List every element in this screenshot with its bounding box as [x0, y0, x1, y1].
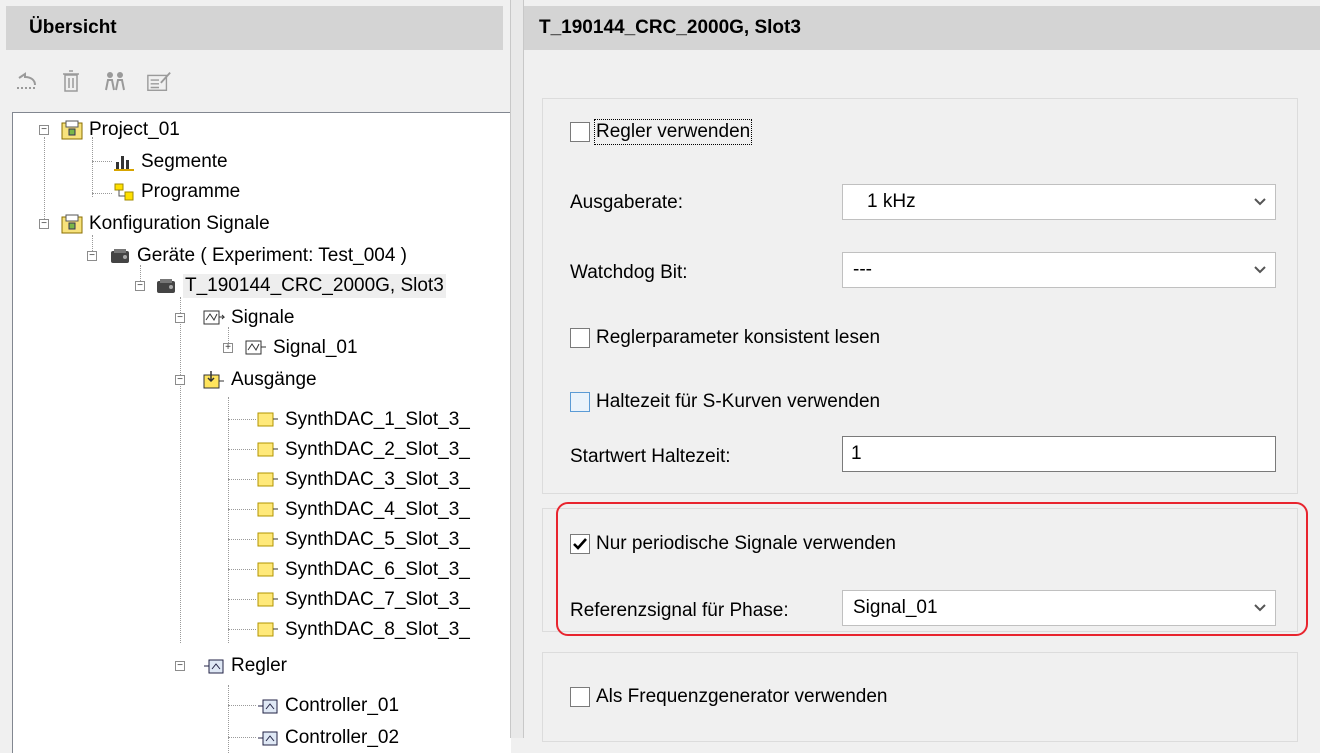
tree-item-konfiguration-signale[interactable]: Konfiguration Signale [61, 209, 270, 239]
project-folder-icon [61, 120, 83, 140]
output-group-icon [203, 371, 224, 389]
chevron-down-icon [1245, 265, 1275, 275]
bar-chart-icon [114, 156, 134, 171]
output-icon [257, 562, 278, 577]
controller-icon [258, 699, 278, 714]
trash-icon[interactable] [58, 68, 84, 94]
checkbox-box[interactable] [570, 392, 590, 412]
users-icon[interactable] [102, 68, 128, 94]
tree-item-device-slot3[interactable]: T_190144_CRC_2000G, Slot3 [155, 271, 446, 301]
undo-icon[interactable] [14, 68, 40, 94]
output-icon [257, 622, 278, 637]
program-icon [114, 183, 134, 201]
checkbox-box[interactable] [570, 328, 590, 348]
tree-item-signale[interactable]: Signale [203, 303, 294, 333]
overview-header: Übersicht [6, 6, 503, 50]
hold-time-start-label: Startwert Haltezeit: [570, 446, 731, 467]
tree-item-project[interactable]: Project_01 [61, 115, 180, 145]
collapse-icon[interactable]: − [175, 313, 185, 323]
chevron-down-icon [1245, 197, 1275, 207]
collapse-icon[interactable]: − [39, 219, 49, 229]
device-icon [111, 249, 129, 263]
output-icon [257, 472, 278, 487]
hold-time-start-input[interactable]: 1 [842, 436, 1276, 472]
device-icon [157, 279, 175, 293]
signal-group-icon [203, 310, 225, 325]
watchdog-label: Watchdog Bit: [570, 262, 688, 283]
collapse-icon[interactable]: − [175, 661, 185, 671]
tree-item-synthdac-1[interactable]: SynthDAC_1_Slot_3_ [257, 405, 470, 435]
hold-time-checkbox[interactable]: Haltezeit für S-Kurven verwenden [570, 391, 880, 413]
tree-item-segmente[interactable]: Segmente [113, 147, 228, 177]
expand-icon[interactable]: + [223, 343, 233, 353]
signal-icon [245, 340, 266, 355]
overview-toolbar [14, 66, 172, 96]
collapse-icon[interactable]: − [39, 125, 49, 135]
output-icon [257, 412, 278, 427]
tree-item-controller-01[interactable]: Controller_01 [257, 691, 399, 721]
tree-item-synthdac-8[interactable]: SynthDAC_8_Slot_3_ [257, 615, 470, 645]
overview-panel: Übersicht − − − − − + − − Project_01 Seg… [0, 0, 511, 753]
properties-icon[interactable] [146, 68, 172, 94]
tree-item-synthdac-7[interactable]: SynthDAC_7_Slot_3_ [257, 585, 470, 615]
reference-signal-select[interactable]: Signal_01 [842, 590, 1276, 626]
tree-item-ausgaenge[interactable]: Ausgänge [203, 365, 317, 395]
pane-splitter[interactable] [510, 0, 524, 738]
tree-item-synthdac-2[interactable]: SynthDAC_2_Slot_3_ [257, 435, 470, 465]
tree-item-controller-02[interactable]: Controller_02 [257, 723, 399, 753]
project-tree[interactable]: − − − − − + − − Project_01 Segmente Prog… [12, 112, 511, 753]
output-rate-select[interactable]: 1 kHz [842, 184, 1276, 220]
collapse-icon[interactable]: − [175, 375, 185, 385]
collapse-icon[interactable]: − [87, 251, 97, 261]
watchdog-select[interactable]: --- [842, 252, 1276, 288]
tree-item-signal-01[interactable]: Signal_01 [245, 333, 358, 363]
periodic-signals-checkbox[interactable]: Nur periodische Signale verwenden [570, 533, 896, 555]
controller-icon [258, 731, 278, 746]
tree-item-programme[interactable]: Programme [113, 177, 240, 207]
checkbox-box[interactable] [570, 687, 590, 707]
chevron-down-icon [1245, 603, 1275, 613]
frequency-generator-checkbox[interactable]: Als Frequenzgenerator verwenden [570, 686, 888, 708]
output-rate-label: Ausgaberate: [570, 192, 684, 213]
output-icon [257, 592, 278, 607]
tree-item-geraete[interactable]: Geräte ( Experiment: Test_004 ) [109, 241, 407, 271]
properties-header: T_190144_CRC_2000G, Slot3 [524, 6, 1320, 50]
reference-signal-label: Referenzsignal für Phase: [570, 600, 789, 621]
tree-item-synthdac-3[interactable]: SynthDAC_3_Slot_3_ [257, 465, 470, 495]
checkbox-box[interactable] [570, 122, 590, 142]
tree-item-synthdac-4[interactable]: SynthDAC_4_Slot_3_ [257, 495, 470, 525]
tree-item-synthdac-6[interactable]: SynthDAC_6_Slot_3_ [257, 555, 470, 585]
project-folder-icon [61, 214, 83, 234]
use-controller-checkbox[interactable]: Regler verwenden [570, 119, 753, 145]
output-icon [257, 532, 278, 547]
checkbox-box[interactable] [570, 534, 590, 554]
collapse-icon[interactable]: − [135, 281, 145, 291]
controller-settings-group [542, 98, 1298, 494]
read-consistent-checkbox[interactable]: Reglerparameter konsistent lesen [570, 327, 880, 349]
controller-group-icon [204, 659, 224, 674]
tree-item-synthdac-5[interactable]: SynthDAC_5_Slot_3_ [257, 525, 470, 555]
output-icon [257, 502, 278, 517]
checkmark-icon [573, 538, 587, 550]
tree-item-regler[interactable]: Regler [203, 651, 287, 681]
output-icon [257, 442, 278, 457]
